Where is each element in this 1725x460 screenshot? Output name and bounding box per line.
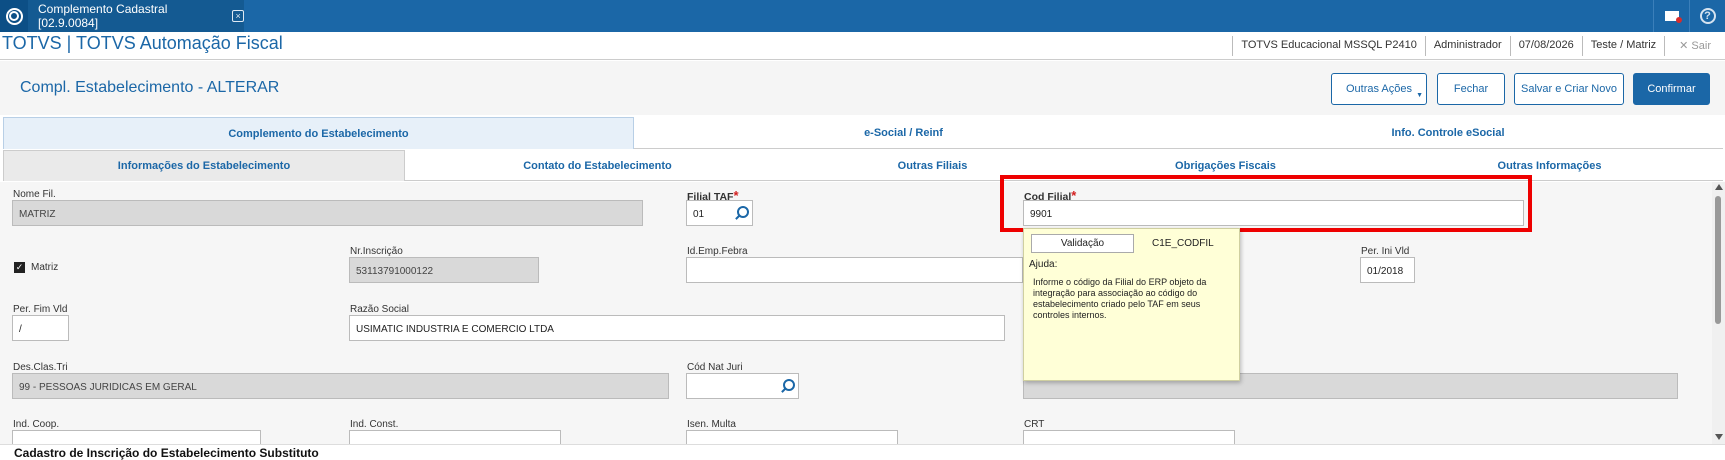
filial-taf-value: 01 xyxy=(693,209,705,220)
scroll-thumb[interactable] xyxy=(1715,196,1721,324)
main-tabs: Complemento do Estabelecimento e-Social … xyxy=(3,117,1723,149)
session-info: TOTVS Educacional MSSQL P2410 Administra… xyxy=(1232,36,1725,56)
per-ini-vld-field[interactable]: 01/2018 xyxy=(1360,257,1415,283)
outras-acoes-button[interactable]: Outras Ações ▼ xyxy=(1331,73,1427,105)
outras-acoes-label: Outras Ações xyxy=(1345,83,1413,95)
filial-taf-field[interactable]: 01 xyxy=(686,200,753,226)
page-title: Compl. Estabelecimento - ALTERAR xyxy=(20,79,280,96)
ind-const-select[interactable] xyxy=(349,430,561,444)
tab-informacoes-estabelecimento[interactable]: Informações do Estabelecimento xyxy=(3,150,405,181)
per-fim-vld-field[interactable]: / xyxy=(12,315,69,341)
des-clas-tri-label: Des.Clas.Tri xyxy=(13,362,68,373)
des-clas-tri-field[interactable]: 99 - PESSOAS JURIDICAS EM GERAL xyxy=(12,373,669,399)
ind-coop-label: Ind. Coop. xyxy=(13,419,60,430)
search-icon[interactable] xyxy=(734,206,749,220)
help-label: Ajuda: xyxy=(1029,259,1058,270)
nome-fil-field[interactable]: MATRIZ xyxy=(12,200,643,226)
razao-social-label: Razão Social xyxy=(350,304,409,315)
salvar-criar-novo-button[interactable]: Salvar e Criar Novo xyxy=(1514,73,1624,105)
branch-label[interactable]: Teste / Matriz xyxy=(1581,36,1664,56)
cod-nat-juri-field[interactable] xyxy=(686,373,799,399)
isen-multa-select[interactable] xyxy=(686,430,898,444)
crt-select[interactable] xyxy=(1023,430,1235,444)
top-icons: ? xyxy=(1653,0,1725,32)
ind-coop-select[interactable] xyxy=(12,430,261,444)
scroll-down-icon[interactable] xyxy=(1715,434,1723,440)
isen-multa-label: Isen. Multa xyxy=(687,419,736,430)
window-tab-label: Complemento Cadastral [02.9.0084] xyxy=(38,2,168,30)
nr-inscricao-label: Nr.Inscrição xyxy=(350,246,403,257)
app-title: TOTVS | TOTVS Automação Fiscal xyxy=(2,33,283,53)
close-icon[interactable]: × xyxy=(232,10,244,22)
mail-icon xyxy=(1664,11,1682,23)
help-tooltip: Validação C1E_CODFIL Ajuda: Informe o có… xyxy=(1023,228,1240,381)
per-ini-vld-label: Per. Ini Vld xyxy=(1361,246,1410,257)
field-name-label: C1E_CODFIL xyxy=(1152,238,1214,249)
app-bar: TOTVS | TOTVS Automação Fiscal TOTVS Edu… xyxy=(0,32,1725,60)
fechar-button[interactable]: Fechar xyxy=(1437,73,1505,105)
razao-social-field[interactable]: USIMATIC INDUSTRIA E COMERCIO LTDA xyxy=(349,315,1005,341)
crt-label: CRT xyxy=(1024,419,1045,430)
per-fim-vld-label: Per. Fim Vld xyxy=(13,304,68,315)
window-tab-complemento[interactable]: Complemento Cadastral [02.9.0084] × xyxy=(28,0,244,32)
help-text: Informe o código da Filial do ERP objeto… xyxy=(1033,277,1207,320)
tab-contato-estabelecimento[interactable]: Contato do Estabelecimento xyxy=(405,150,790,181)
caret-down-icon: ▼ xyxy=(1416,92,1423,99)
confirmar-button[interactable]: Confirmar xyxy=(1633,73,1710,105)
user-label: Administrador xyxy=(1424,36,1510,56)
cod-nat-juri-label: Cód Nat Juri xyxy=(687,362,743,373)
focus-highlight-box xyxy=(1000,175,1532,232)
scroll-up-icon[interactable] xyxy=(1715,184,1723,190)
ind-const-label: Ind. Const. xyxy=(350,419,399,430)
matriz-checkbox[interactable]: ✓ xyxy=(14,262,25,273)
messages-button[interactable] xyxy=(1653,0,1689,32)
nome-fil-label: Nome Fil. xyxy=(13,189,56,200)
tab-complemento-estabelecimento[interactable]: Complemento do Estabelecimento xyxy=(3,117,634,149)
id-emp-febra-field[interactable] xyxy=(686,257,1023,283)
totvs-logo-icon[interactable] xyxy=(0,0,28,32)
tab-info-controle-esocial[interactable]: Info. Controle eSocial xyxy=(1173,117,1723,149)
section-footer: Cadastro de Inscrição do Estabelecimento… xyxy=(0,444,1725,460)
section-title: Cadastro de Inscrição do Estabelecimento… xyxy=(14,446,319,460)
help-icon: ? xyxy=(1699,8,1716,24)
tab-esocial-reinf[interactable]: e-Social / Reinf xyxy=(634,117,1173,149)
search-icon[interactable] xyxy=(780,379,795,393)
id-emp-febra-label: Id.Emp.Febra xyxy=(687,246,748,257)
help-button[interactable]: ? xyxy=(1689,0,1725,32)
date-label: 07/08/2026 xyxy=(1509,36,1582,56)
environment-label: TOTVS Educacional MSSQL P2410 xyxy=(1232,36,1424,56)
window-tabbar: Complemento Cadastral [02.9.0084] × ? xyxy=(0,0,1725,32)
nr-inscricao-field[interactable]: 53113791000122 xyxy=(349,257,539,283)
vertical-scrollbar[interactable] xyxy=(1712,182,1725,444)
page-header: Compl. Estabelecimento - ALTERAR Outras … xyxy=(0,61,1725,115)
validacao-button[interactable]: Validação xyxy=(1031,234,1134,253)
exit-button[interactable]: ✕ Sair xyxy=(1664,36,1725,56)
matriz-label: Matriz xyxy=(31,262,59,273)
